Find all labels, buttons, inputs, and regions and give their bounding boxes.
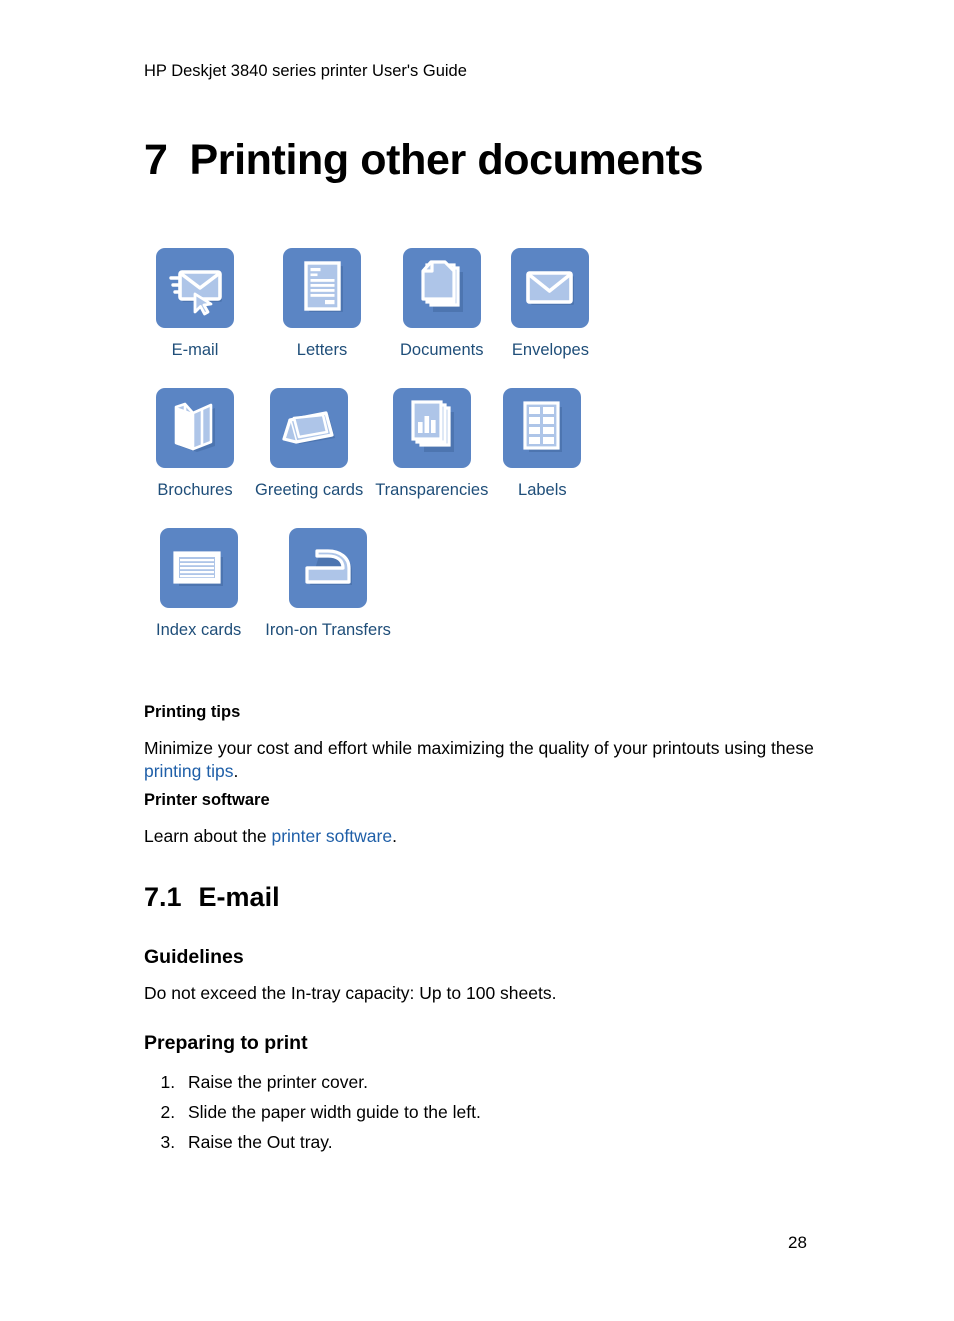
- envelopes-icon: [526, 271, 575, 305]
- printer-software-text-after: .: [392, 826, 397, 846]
- printer-software-section: Printer software Learn about the printer…: [144, 790, 824, 848]
- grid-item-documents[interactable]: Documents: [400, 248, 483, 360]
- guidelines-section: Guidelines Do not exceed the In-tray cap…: [144, 945, 824, 1005]
- grid-item-index-cards[interactable]: Index cards: [156, 528, 241, 640]
- grid-label-transparencies[interactable]: Transparencies: [375, 480, 488, 500]
- brochures-icon: [174, 402, 215, 452]
- email-icon: [169, 270, 222, 316]
- section-title-text: E-mail: [198, 882, 280, 912]
- grid-label-letters[interactable]: Letters: [297, 340, 347, 360]
- documents-tile[interactable]: [402, 248, 481, 328]
- grid-label-documents[interactable]: Documents: [400, 340, 483, 360]
- grid-item-brochures[interactable]: Brochures: [156, 388, 234, 500]
- guidelines-text: Do not exceed the In-tray capacity: Up t…: [144, 983, 557, 1003]
- iron-on-transfers-icon: [305, 549, 353, 585]
- list-item: Raise the Out tray.: [180, 1127, 824, 1157]
- icon-row-2: Brochures Greeting cards Transparencies …: [144, 388, 664, 508]
- printing-tips-section: Printing tips Minimize your cost and eff…: [144, 702, 824, 783]
- index-cards-icon: [173, 551, 223, 586]
- printing-tips-heading: Printing tips: [144, 703, 241, 721]
- page-number: 28: [788, 1233, 807, 1252]
- letters-icon: [304, 261, 343, 312]
- document-type-grid: E-mail Letters Documents Envelopes Broch…: [144, 248, 664, 648]
- grid-label-labels[interactable]: Labels: [518, 480, 567, 500]
- grid-label-iron-on-transfers[interactable]: Iron-on Transfers: [265, 620, 391, 640]
- printing-tips-text-before: Minimize your cost and effort while maxi…: [144, 738, 814, 758]
- greeting-cards-tile[interactable]: [270, 388, 349, 468]
- preparing-section: Preparing to print Raise the printer cov…: [144, 1031, 824, 1157]
- printing-tips-paragraph: Minimize your cost and effort while maxi…: [144, 737, 824, 783]
- chapter-number: 7: [144, 136, 168, 184]
- labels-tile[interactable]: [503, 388, 582, 468]
- grid-item-transparencies[interactable]: Transparencies: [375, 388, 488, 500]
- preparing-heading: Preparing to print: [144, 1032, 308, 1054]
- transparencies-icon: [411, 400, 454, 452]
- labels-icon: [523, 401, 563, 452]
- grid-label-index-cards[interactable]: Index cards: [156, 620, 241, 640]
- guidelines-heading: Guidelines: [144, 946, 244, 968]
- greeting-cards-icon: [282, 411, 336, 444]
- printing-tips-link[interactable]: printing tips: [144, 761, 234, 781]
- list-item: Slide the paper width guide to the left.: [180, 1097, 824, 1127]
- icon-row-3: Index cards Iron-on Transfers: [144, 528, 664, 648]
- brochures-tile[interactable]: [156, 388, 234, 468]
- grid-item-labels[interactable]: Labels: [503, 388, 582, 500]
- index-cards-tile[interactable]: [159, 528, 238, 608]
- section-number: 7.1: [144, 882, 182, 912]
- printer-software-text-before: Learn about the: [144, 826, 272, 846]
- document-page: HP Deskjet 3840 series printer User's Gu…: [0, 0, 954, 1321]
- list-item: Raise the printer cover.: [180, 1067, 824, 1097]
- grid-item-iron-on-transfers[interactable]: Iron-on Transfers: [265, 528, 391, 640]
- grid-item-greeting-cards[interactable]: Greeting cards: [255, 388, 363, 500]
- printer-software-link[interactable]: printer software: [271, 826, 392, 846]
- grid-item-letters[interactable]: Letters: [283, 248, 361, 360]
- grid-item-envelopes[interactable]: Envelopes: [511, 248, 590, 360]
- printing-tips-text-after: .: [233, 761, 239, 781]
- transparencies-tile[interactable]: [392, 388, 471, 468]
- printer-software-heading: Printer software: [144, 791, 270, 809]
- email-tile[interactable]: [156, 248, 234, 328]
- grid-label-brochures[interactable]: Brochures: [157, 480, 232, 500]
- grid-label-envelopes[interactable]: Envelopes: [512, 340, 589, 360]
- chapter-title-text: Printing other documents: [189, 136, 704, 184]
- envelopes-tile[interactable]: [511, 248, 590, 328]
- preparing-steps-list: Raise the printer cover. Slide the paper…: [144, 1067, 824, 1157]
- printer-software-paragraph: Learn about the printer software.: [144, 825, 824, 848]
- grid-item-email[interactable]: E-mail: [156, 248, 234, 360]
- letters-tile[interactable]: [283, 248, 361, 328]
- grid-label-greeting-cards[interactable]: Greeting cards: [255, 480, 363, 500]
- section-title: 7.1 E-mail: [144, 881, 824, 914]
- iron-on-transfers-tile[interactable]: [289, 528, 368, 608]
- grid-label-email[interactable]: E-mail: [172, 340, 219, 360]
- documents-icon: [421, 260, 463, 312]
- page-title: 7 Printing other documents: [144, 134, 704, 186]
- icon-row-1: E-mail Letters Documents Envelopes: [144, 248, 664, 368]
- running-header: HP Deskjet 3840 series printer User's Gu…: [144, 62, 467, 80]
- section-heading-email: 7.1 E-mail: [144, 881, 824, 914]
